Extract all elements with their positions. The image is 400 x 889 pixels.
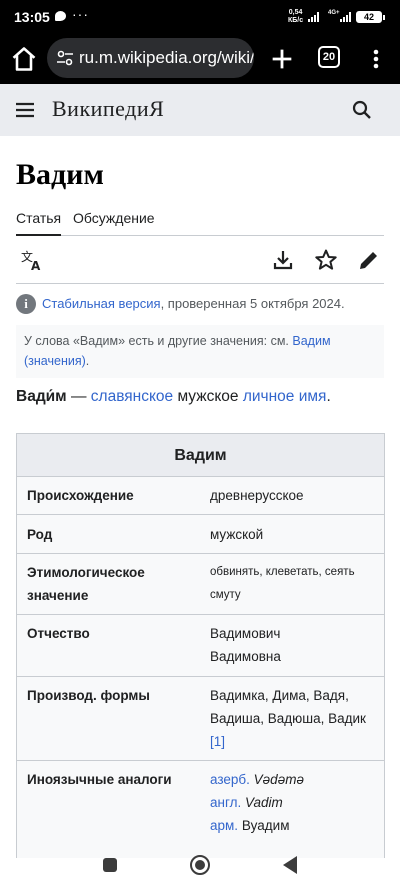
page-actions: 文 A (16, 236, 384, 284)
network-type: 4G+ (328, 10, 340, 16)
wiki-header: ВикипедиЯ (0, 84, 400, 136)
hatnote-end: . (85, 354, 90, 368)
infobox-row: Род мужской (17, 515, 384, 554)
signal-icon (308, 12, 319, 22)
lead-term: Вади́м (16, 388, 67, 405)
infobox-value-line: Вадиша, Вадюша, Вадик (210, 711, 366, 726)
svg-text:A: A (31, 259, 41, 272)
battery-icon: 42 (356, 11, 385, 23)
infobox-row: Иноязычные аналоги азерб. Vədəmə англ. V… (17, 761, 384, 858)
page-title: Вадим (16, 158, 104, 191)
info-icon: i (16, 294, 36, 314)
infobox-value-line: Вадимовна (210, 649, 281, 664)
infobox-key-line: значение (27, 588, 89, 603)
infobox-key: Род (27, 527, 53, 542)
infobox-row: Происхождение древнерусское (17, 477, 384, 515)
page-tabs: Статья Обсуждение (16, 206, 384, 236)
language-link[interactable]: азерб. (210, 772, 250, 787)
language-icon[interactable]: 文 A (20, 248, 44, 272)
hamburger-menu-icon[interactable] (14, 99, 36, 121)
language-link[interactable]: англ. (210, 795, 241, 810)
infobox-key: Происхождение (27, 488, 134, 503)
lead-dash: — (66, 388, 91, 405)
infobox-value: Вадимка, Дима, Вадя, Вадиша, Вадюша, Вади… (210, 684, 380, 753)
personal-name-link[interactable]: личное имя (243, 388, 327, 405)
search-icon[interactable] (350, 98, 374, 122)
stable-version-link[interactable]: Стабильная версия (42, 296, 161, 311)
chat-notification-icon (55, 11, 66, 21)
tab-talk[interactable]: Обсуждение (73, 210, 155, 226)
infobox-value: древнерусское (210, 488, 304, 503)
tab-article[interactable]: Статья (16, 210, 62, 236)
tab-switcher-button[interactable]: 20 (318, 46, 340, 68)
stable-version-notice: i Стабильная версия, проверенная 5 октяб… (16, 294, 384, 314)
network-speed: 0,54 КБ/с (288, 9, 303, 25)
hatnote-text: У слова «Вадим» есть и другие значения: … (24, 334, 293, 348)
infobox-key: Этимологическое значение (27, 561, 197, 607)
network-speed-value: 0,54 (288, 9, 303, 16)
infobox-title: Вадим (17, 434, 384, 477)
infobox-value-line: Вадимка, Дима, Вадя, (210, 688, 349, 703)
foreign-name: Вуадим (241, 818, 290, 833)
infobox-value-line: смуту (210, 589, 241, 601)
home-circle-icon[interactable] (190, 855, 210, 875)
back-triangle-icon[interactable] (283, 856, 297, 874)
address-bar[interactable]: ru.m.wikipedia.org/wiki/Вадим (47, 38, 254, 78)
site-settings-icon[interactable] (55, 48, 75, 68)
infobox-value-line: Вадимович (210, 626, 281, 641)
browser-toolbar: ru.m.wikipedia.org/wiki/Вадим 20 (0, 34, 400, 84)
infobox-key: Отчество (27, 626, 90, 641)
watch-star-icon[interactable] (314, 248, 338, 272)
infobox-value: Вадимович Вадимовна (210, 622, 380, 668)
slavic-link[interactable]: славянское (91, 388, 173, 405)
recent-apps-icon[interactable] (103, 858, 117, 872)
home-icon[interactable] (10, 45, 38, 73)
more-menu-icon[interactable] (366, 45, 386, 73)
foreign-name: Vadim (244, 795, 283, 810)
new-tab-icon[interactable] (268, 45, 296, 73)
hatnote: У слова «Вадим» есть и другие значения: … (16, 325, 384, 378)
infobox-row: Производ. формы Вадимка, Дима, Вадя, Вади… (17, 677, 384, 761)
stable-version-text: , проверенная 5 октября 2024. (160, 296, 345, 311)
infobox-key: Иноязычные аналоги (27, 772, 172, 787)
foreign-name: Vədəmə (253, 772, 304, 787)
infobox-row: Отчество Вадимович Вадимовна (17, 615, 384, 677)
more-notifications-icon: ··· (72, 6, 89, 22)
url-text: ru.m.wikipedia.org/wiki/Вадим (79, 48, 254, 67)
lead-mid: мужское (173, 388, 243, 405)
infobox-value: мужской (210, 527, 264, 542)
wikipedia-wordmark[interactable]: ВикипедиЯ (52, 96, 164, 122)
language-link[interactable]: арм. (210, 818, 238, 833)
infobox-value: азерб. Vədəmə англ. Vadim арм. Вуадим (210, 768, 380, 837)
infobox-row: Этимологическое значение обвинять, клевет… (17, 554, 384, 615)
edit-pencil-icon[interactable] (357, 248, 381, 272)
infobox-key: Производ. формы (27, 688, 150, 703)
status-bar: 13:05 ··· 0,54 КБ/с 4G+ 42 (0, 0, 400, 34)
infobox: Вадим Происхождение древнерусское Род му… (16, 433, 385, 858)
infobox-value-line: обвинять, клеветать, сеять (210, 566, 355, 578)
download-icon[interactable] (271, 248, 295, 272)
infobox-value: обвинять, клеветать, сеять смуту (210, 561, 380, 607)
status-time: 13:05 (14, 9, 50, 25)
reference-link[interactable]: [1] (210, 734, 225, 749)
lead-paragraph: Вади́м — славянское мужское личное имя. (16, 388, 331, 406)
lead-end: . (326, 388, 331, 405)
system-nav-bar (0, 855, 400, 889)
infobox-key-line: Этимологическое (27, 565, 145, 580)
network-speed-unit: КБ/с (288, 17, 304, 24)
signal-2-icon (340, 12, 351, 22)
